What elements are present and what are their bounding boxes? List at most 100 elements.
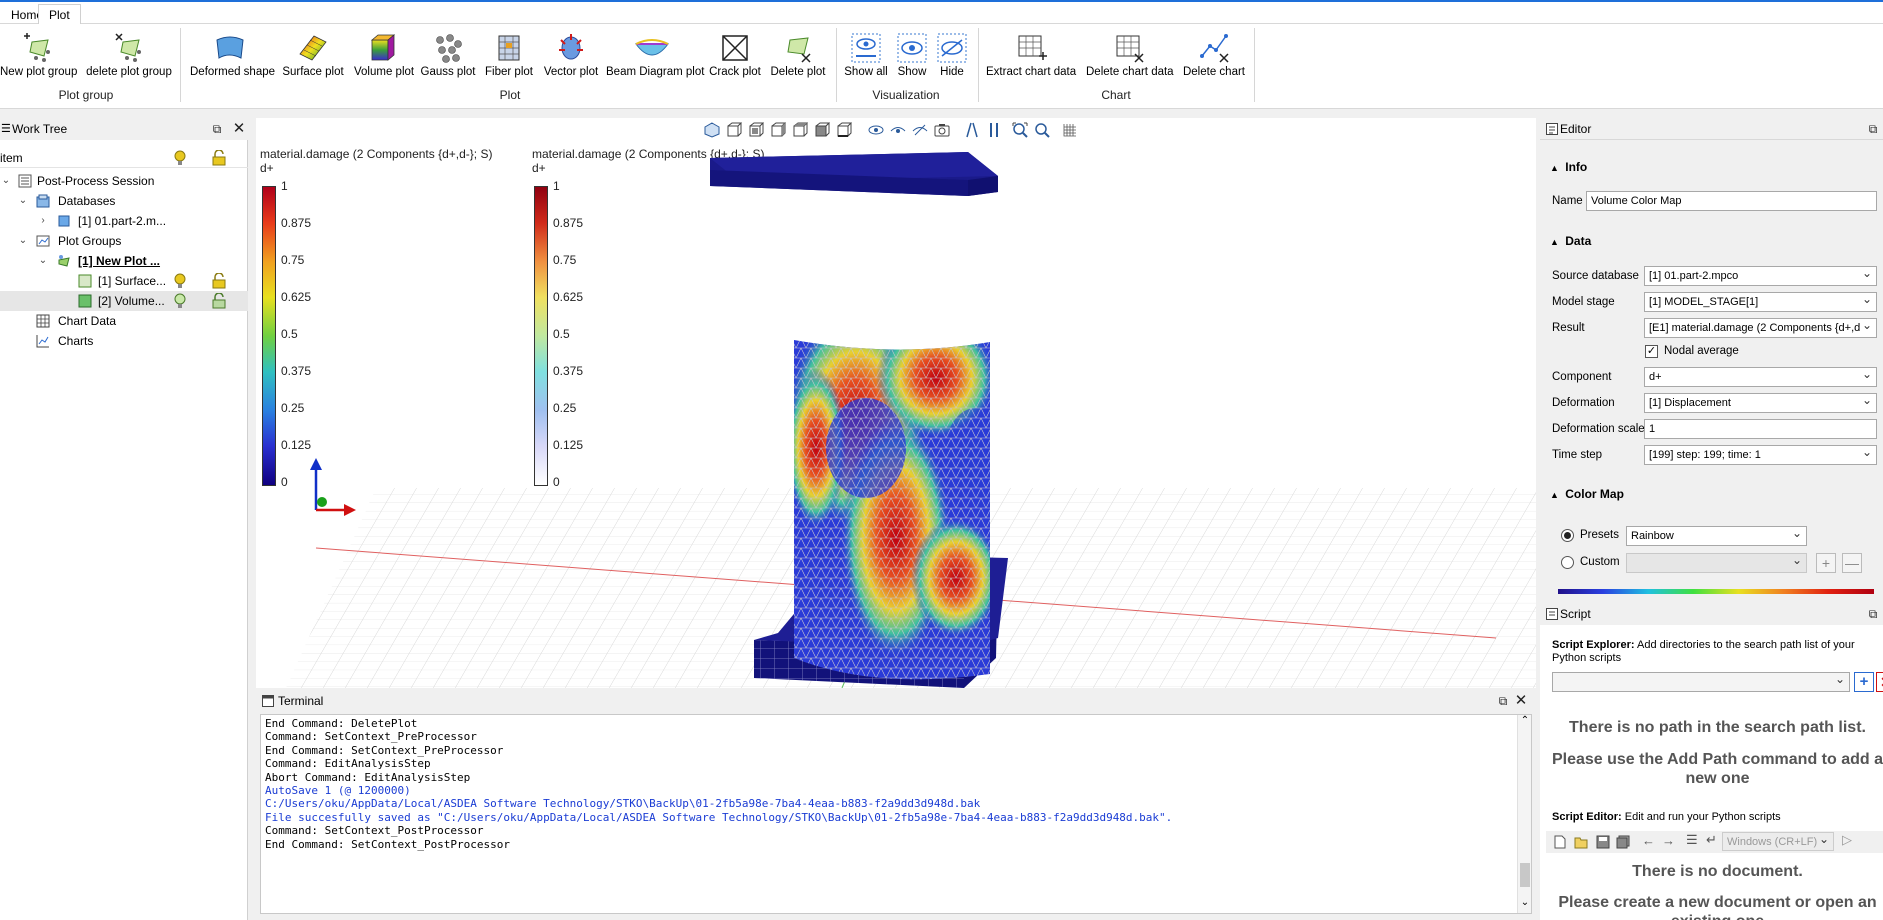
new-file-icon[interactable] bbox=[1554, 835, 1566, 849]
deformed-shape-button[interactable]: Deformed shape bbox=[190, 28, 275, 90]
float-icon[interactable]: ⧉ bbox=[1496, 694, 1510, 708]
delete-plot-button[interactable]: Delete plot bbox=[768, 28, 828, 90]
tree-item-label: Post-Process Session bbox=[37, 174, 155, 188]
remove-path-button[interactable]: ✕ bbox=[1876, 672, 1883, 692]
hide-button[interactable]: Hide bbox=[936, 28, 968, 90]
model-stage-select[interactable]: [1] MODEL_STAGE[1] bbox=[1644, 292, 1877, 312]
save-icon[interactable] bbox=[1596, 835, 1610, 849]
terminal-output[interactable]: End Command: DeletePlot Command: SetConte… bbox=[260, 714, 1532, 914]
custom-radio[interactable] bbox=[1561, 556, 1574, 569]
tree-item-label: Databases bbox=[58, 194, 116, 208]
close-icon[interactable]: ✕ bbox=[232, 121, 246, 136]
time-step-select[interactable]: [199] step: 199; time: 1 bbox=[1644, 445, 1877, 465]
gauss-plot-label: Gauss plot bbox=[420, 66, 476, 78]
lock-icon[interactable] bbox=[212, 293, 226, 309]
visibility-bulb-icon[interactable] bbox=[173, 293, 187, 309]
chevron-right-icon[interactable]: › bbox=[37, 211, 49, 231]
tree-item-databases[interactable]: ⌄ Databases bbox=[0, 191, 248, 211]
delete-chart-data-label: Delete chart data bbox=[1086, 66, 1174, 78]
run-icon[interactable]: ▷ bbox=[1842, 832, 1852, 848]
float-icon[interactable]: ⧉ bbox=[210, 122, 224, 136]
tree-item-surface[interactable]: [1] Surface... bbox=[0, 271, 248, 291]
tree-item-chart-data[interactable]: Chart Data bbox=[0, 311, 248, 331]
add-colormap-button[interactable]: + bbox=[1816, 553, 1836, 573]
tree-item-label: Charts bbox=[58, 334, 94, 348]
script-explorer-heading: Script Explorer: bbox=[1552, 639, 1635, 651]
extract-chart-data-button[interactable]: Extract chart data bbox=[986, 28, 1076, 90]
delete-plot-group-button[interactable]: delete plot group bbox=[86, 28, 172, 90]
volume-plot-button[interactable]: Volume plot bbox=[354, 28, 415, 90]
fiber-plot-label: Fiber plot bbox=[485, 66, 533, 78]
undo-icon[interactable]: ← bbox=[1642, 833, 1655, 848]
delete-chart-button[interactable]: Delete chart bbox=[1182, 28, 1246, 90]
chevron-down-icon[interactable]: ⌄ bbox=[17, 191, 29, 211]
float-icon[interactable]: ⧉ bbox=[1866, 122, 1880, 136]
data-section-header[interactable]: ▲ Data bbox=[1550, 234, 1591, 248]
show-all-icon bbox=[851, 33, 881, 63]
gauss-plot-button[interactable]: Gauss plot bbox=[420, 28, 476, 90]
tree-item-volume[interactable]: [2] Volume... bbox=[0, 291, 248, 311]
delete-plot-label: Delete plot bbox=[770, 66, 826, 78]
terminal-scrollbar[interactable]: ⌃ ⌄ bbox=[1517, 715, 1531, 913]
redo-icon[interactable]: → bbox=[1662, 833, 1675, 848]
plot-groups-icon bbox=[36, 235, 50, 247]
presets-select[interactable]: Rainbow bbox=[1626, 526, 1807, 546]
format-icon[interactable]: ☰ bbox=[1686, 832, 1698, 848]
beam-diagram-plot-button[interactable]: Beam Diagram plot bbox=[606, 28, 704, 90]
add-path-button[interactable]: + bbox=[1854, 672, 1874, 692]
tree-item-session[interactable]: ⌄ Post-Process Session bbox=[0, 171, 248, 191]
deformation-select[interactable]: [1] Displacement bbox=[1644, 393, 1877, 413]
tree-item-database-1[interactable]: › [1] 01.part-2.m... bbox=[0, 211, 248, 231]
open-folder-icon[interactable] bbox=[1574, 835, 1588, 849]
fiber-plot-button[interactable]: Fiber plot bbox=[484, 28, 534, 90]
tab-plot[interactable]: Plot bbox=[38, 4, 81, 26]
custom-colormap-select[interactable] bbox=[1626, 553, 1807, 573]
result-select[interactable]: [E1] material.damage (2 Components {d+,d bbox=[1644, 318, 1877, 338]
crack-plot-button[interactable]: Crack plot bbox=[708, 28, 762, 90]
editor-panel: Editor ⧉ ▲ Info Name Volume Color Map ▲ … bbox=[1540, 118, 1883, 598]
surface-plot-button[interactable]: Surface plot bbox=[282, 28, 344, 90]
chevron-down-icon[interactable]: ⌄ bbox=[0, 171, 12, 191]
3d-viewport[interactable]: material.damage (2 Components {d+,d-}; S… bbox=[256, 118, 1536, 688]
scroll-down-icon[interactable]: ⌄ bbox=[1519, 897, 1531, 908]
no-path-message: There is no path in the search path list… bbox=[1569, 719, 1866, 736]
lock-icon[interactable] bbox=[212, 273, 226, 289]
chevron-down-icon[interactable]: ⌄ bbox=[17, 231, 29, 251]
chevron-down-icon[interactable]: ⌄ bbox=[37, 251, 49, 271]
info-section-header[interactable]: ▲ Info bbox=[1550, 160, 1587, 174]
new-plot-group-button[interactable]: New plot group bbox=[0, 28, 77, 90]
source-database-label: Source database bbox=[1552, 270, 1639, 282]
terminal-line: AutoSave 1 (@ 1200000) bbox=[265, 784, 411, 797]
colormap-preview bbox=[1558, 589, 1874, 594]
line-ending-select[interactable]: Windows (CR+LF) bbox=[1722, 832, 1834, 851]
float-icon[interactable]: ⧉ bbox=[1866, 607, 1880, 621]
delete-chart-icon bbox=[1200, 34, 1229, 63]
tree-item-plot-group-1[interactable]: ⌄ [1] New Plot ... bbox=[0, 251, 248, 271]
close-icon[interactable]: ✕ bbox=[1514, 693, 1528, 708]
volume-plot-label: Volume plot bbox=[354, 66, 415, 78]
remove-colormap-button[interactable]: — bbox=[1842, 553, 1862, 573]
custom-label: Custom bbox=[1580, 556, 1620, 568]
search-path-select[interactable] bbox=[1552, 672, 1850, 692]
delete-chart-data-button[interactable]: Delete chart data bbox=[1086, 28, 1174, 90]
nodal-average-checkbox[interactable]: ✓ bbox=[1645, 345, 1658, 358]
session-icon bbox=[18, 174, 32, 188]
name-field[interactable]: Volume Color Map bbox=[1586, 191, 1877, 211]
script-icon bbox=[1546, 608, 1558, 620]
presets-radio[interactable] bbox=[1561, 529, 1574, 542]
tree-item-charts[interactable]: Charts bbox=[0, 331, 248, 351]
visibility-bulb-icon[interactable] bbox=[173, 273, 187, 289]
color-map-section-header[interactable]: ▲ Color Map bbox=[1550, 487, 1624, 501]
tree-item-label: [1] New Plot ... bbox=[78, 254, 161, 268]
component-select[interactable]: d+ bbox=[1644, 367, 1877, 387]
show-all-button[interactable]: Show all bbox=[842, 28, 890, 90]
save-all-icon[interactable] bbox=[1616, 835, 1630, 849]
scrollbar-thumb[interactable] bbox=[1520, 863, 1530, 887]
scroll-up-icon[interactable]: ⌃ bbox=[1519, 715, 1531, 726]
deformation-scale-input[interactable]: 1 bbox=[1644, 419, 1877, 439]
line-ending-icon[interactable]: ↵ bbox=[1706, 832, 1717, 848]
source-database-select[interactable]: [1] 01.part-2.mpco bbox=[1644, 266, 1877, 286]
vector-plot-button[interactable]: Vector plot bbox=[542, 28, 600, 90]
show-button[interactable]: Show bbox=[896, 28, 928, 90]
tree-item-plot-groups[interactable]: ⌄ Plot Groups bbox=[0, 231, 248, 251]
